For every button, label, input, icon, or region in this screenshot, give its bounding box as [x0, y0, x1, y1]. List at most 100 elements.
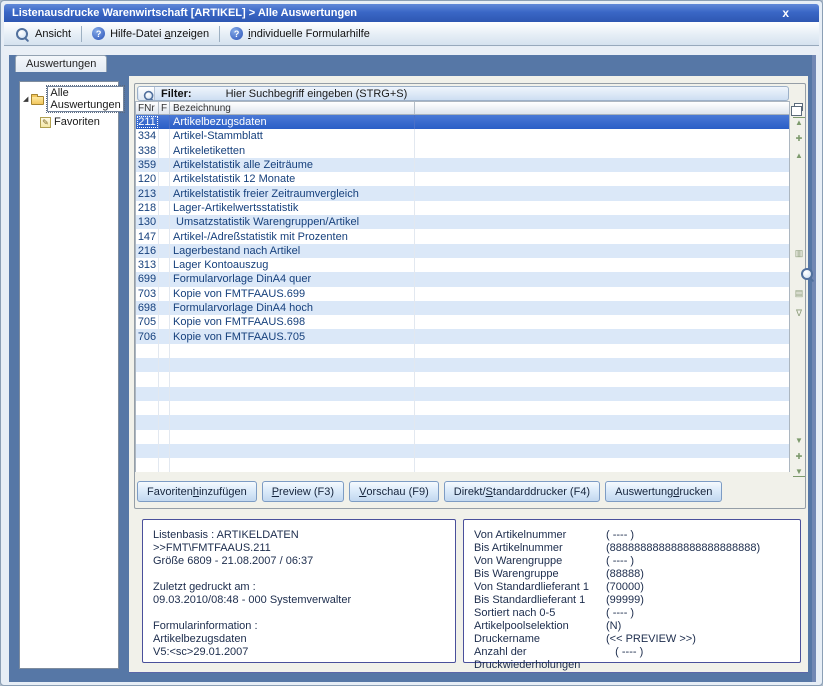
column-header-fnr[interactable]: FNr	[136, 102, 159, 114]
table-row[interactable]	[136, 415, 789, 429]
cell-bezeichnung: Lager-Artikelwertsstatistik	[170, 201, 415, 215]
parameter-label: Bis Standardlieferant 1	[474, 594, 606, 607]
table-row[interactable]	[136, 387, 789, 401]
parameter-row: Von Warengruppe ( ---- )	[474, 555, 800, 568]
table-row[interactable]: 313 Lager Kontoauszug	[136, 258, 789, 272]
cell-bezeichnung: Kopie von FMTFAAUS.705	[170, 329, 415, 343]
column-header-f[interactable]: F	[159, 102, 170, 114]
toolbar-separator	[219, 26, 220, 42]
cell-f	[159, 315, 170, 329]
cell-f	[159, 372, 170, 386]
vorschau-button[interactable]: Vorschau (F9)	[349, 481, 439, 502]
cell-fnr: 705	[136, 315, 159, 329]
cell-extra	[415, 387, 789, 401]
table-row[interactable]: 698 Formularvorlage DinA4 hoch	[136, 301, 789, 315]
table-row[interactable]: 338 Artikeletiketten	[136, 144, 789, 158]
scroll-to-top-icon[interactable]: ▲	[793, 117, 805, 127]
table-row[interactable]: 213 Artikelstatistik freier Zeitraumverg…	[136, 186, 789, 200]
search-icon[interactable]	[793, 267, 805, 276]
column-options-icon[interactable]: ▥	[793, 249, 805, 258]
table-row[interactable]: 359 Artikelstatistik alle Zeiträume	[136, 158, 789, 172]
filter-search-icon-box[interactable]	[139, 87, 155, 100]
cell-fnr: 216	[136, 244, 159, 258]
cell-f	[159, 415, 170, 429]
table-row[interactable]	[136, 401, 789, 415]
tab-auswertungen[interactable]: Auswertungen	[15, 55, 107, 72]
toolbar-item-ansicht[interactable]: Ansicht	[9, 25, 77, 43]
table-row[interactable]: 334 Artikel-Stammblatt	[136, 129, 789, 143]
tree-item-favoriten[interactable]: Favoriten	[40, 116, 117, 128]
application-window: Listenausdrucke Warenwirtschaft [ARTIKEL…	[0, 0, 823, 686]
info-line: Zuletzt gedruckt am :	[153, 581, 455, 594]
tree-item-label: Alle Auswertungen	[47, 86, 123, 112]
cell-f	[159, 115, 170, 129]
magnifier-icon	[15, 27, 30, 41]
favoriten-hinzufuegen-button[interactable]: Favoriten hinzufügen	[137, 481, 257, 502]
table-row[interactable]	[136, 372, 789, 386]
auswertung-drucken-button[interactable]: Auswertung drucken	[605, 481, 722, 502]
parameter-value: ( ---- )	[606, 646, 643, 672]
grid-body: 211 Artikelbezugsdaten 334 Artikel-Stamm…	[136, 115, 789, 472]
direkt-standarddrucker-button[interactable]: Direkt/Standarddrucker (F4)	[444, 481, 600, 502]
copy-columns-icon[interactable]	[794, 103, 803, 111]
cell-fnr	[136, 458, 159, 472]
cell-bezeichnung	[170, 344, 415, 358]
table-row[interactable]: 218 Lager-Artikelwertsstatistik	[136, 201, 789, 215]
table-row[interactable]	[136, 444, 789, 458]
table-row[interactable]: 216 Lagerbestand nach Artikel	[136, 244, 789, 258]
table-row[interactable]: 120 Artikelstatistik 12 Monate	[136, 172, 789, 186]
preview-button[interactable]: Preview (F3)	[262, 481, 344, 502]
column-header-extra[interactable]	[415, 102, 789, 114]
column-header-bezeichnung[interactable]: Bezeichnung	[170, 102, 415, 114]
cell-f	[159, 344, 170, 358]
parameter-row: Von Standardlieferant 1 (70000)	[474, 581, 800, 594]
parameter-row: Bis Artikelnummer (888888888888888888888…	[474, 542, 800, 555]
parameter-value: ( ---- )	[606, 529, 634, 542]
table-row[interactable]: 703 Kopie von FMTFAAUS.699	[136, 287, 789, 301]
cell-extra	[415, 229, 789, 243]
grid-header-row[interactable]: FNr F Bezeichnung	[136, 102, 789, 115]
scroll-down-icon[interactable]: ▼	[793, 436, 805, 445]
cell-f	[159, 401, 170, 415]
cell-f	[159, 387, 170, 401]
table-row[interactable]	[136, 458, 789, 472]
table-row[interactable]: 699 Formularvorlage DinA4 quer	[136, 272, 789, 286]
scroll-up-icon[interactable]: ▲	[793, 151, 805, 160]
table-row[interactable]: 130 Umsatzstatistik Warengruppen/Artikel	[136, 215, 789, 229]
sum-icon[interactable]: ▤	[793, 289, 805, 298]
page-down-icon[interactable]: ✚	[793, 452, 805, 461]
table-row[interactable]: 706 Kopie von FMTFAAUS.705	[136, 329, 789, 343]
cell-f	[159, 329, 170, 343]
cell-extra	[415, 372, 789, 386]
info-line	[153, 607, 455, 620]
cell-fnr	[136, 387, 159, 401]
cell-bezeichnung: Lagerbestand nach Artikel	[170, 244, 415, 258]
filter-funnel-icon[interactable]: ∇	[793, 309, 805, 318]
table-row[interactable]	[136, 344, 789, 358]
page-up-icon[interactable]: ✚	[793, 134, 805, 143]
cell-bezeichnung: Formularvorlage DinA4 quer	[170, 272, 415, 286]
table-row[interactable]: 147 Artikel-/Adreßstatistik mit Prozente…	[136, 229, 789, 243]
cell-fnr: 130	[136, 215, 159, 229]
cell-bezeichnung: Artikeletiketten	[170, 144, 415, 158]
toolbar-item-formularhilfe[interactable]: individuelle Formularhilfe	[224, 25, 376, 42]
toolbar-item-hilfe-datei[interactable]: Hilfe-Datei anzeigen	[86, 25, 215, 42]
cell-f	[159, 129, 170, 143]
table-row[interactable]	[136, 358, 789, 372]
tree-item-alle-auswertungen[interactable]: Alle Auswertungen	[23, 86, 117, 112]
table-row[interactable]	[136, 430, 789, 444]
tree-expand-caret-icon[interactable]	[23, 96, 28, 103]
parameter-label: Anzahl der Druckwiederholungen	[474, 646, 606, 672]
table-row[interactable]: 211 Artikelbezugsdaten	[136, 115, 789, 129]
parameter-label: Druckername	[474, 633, 606, 646]
close-button[interactable]: x	[782, 8, 789, 18]
parameter-label: Von Standardlieferant 1	[474, 581, 606, 594]
scroll-to-bottom-icon[interactable]: ▼	[793, 467, 805, 477]
cell-f	[159, 301, 170, 315]
toolbar-item-label: Ansicht	[35, 28, 71, 40]
search-input[interactable]	[224, 87, 788, 101]
cell-f	[159, 201, 170, 215]
table-row[interactable]: 705 Kopie von FMTFAAUS.698	[136, 315, 789, 329]
help-icon	[92, 27, 105, 40]
parameter-label: Sortiert nach 0-5	[474, 607, 606, 620]
